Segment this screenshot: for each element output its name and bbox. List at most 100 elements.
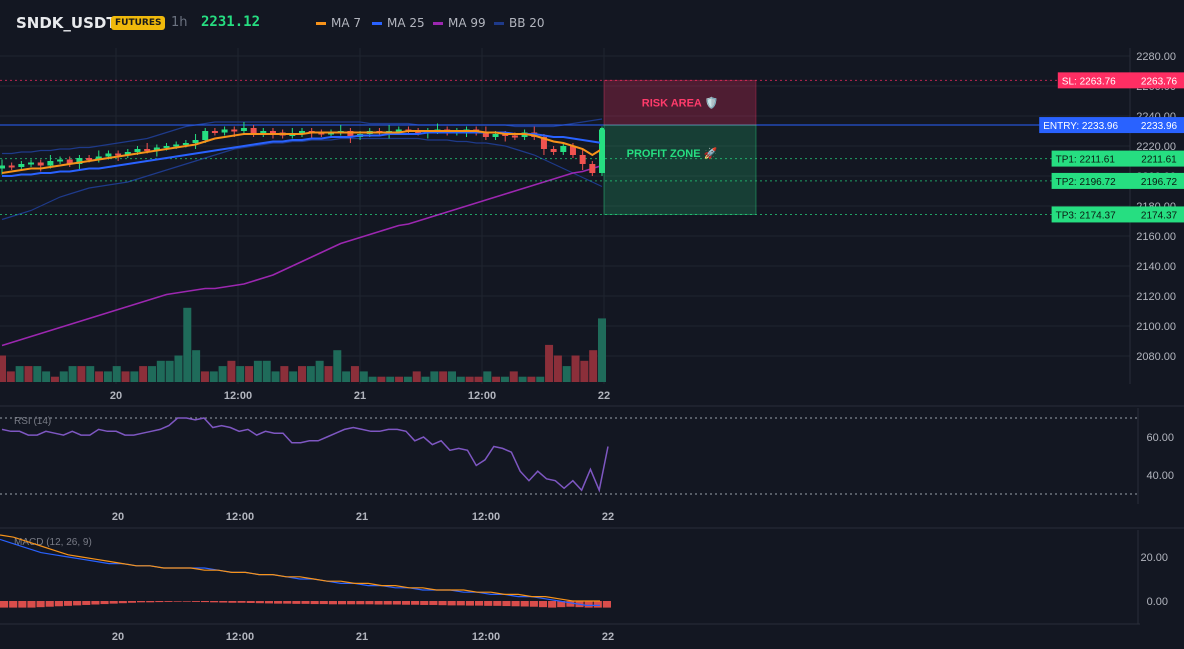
- volume-bar: [77, 366, 86, 382]
- trade-level-tag-text: TP3: 2174.37: [1056, 210, 1116, 221]
- macd-histogram-bar: [593, 601, 602, 608]
- macd-histogram-bar: [511, 601, 520, 607]
- volume-bar: [509, 371, 518, 382]
- volume-bar: [324, 366, 333, 382]
- volume-bar: [342, 371, 351, 382]
- volume-bar: [95, 371, 104, 382]
- legend-ma7-label: MA 7: [331, 16, 362, 30]
- volume-bar: [589, 350, 598, 382]
- macd-histogram-bar: [584, 601, 593, 608]
- volume-bar: [218, 366, 227, 382]
- macd-histogram-bar: [18, 601, 27, 608]
- rsi-time-axis-label: 12:00: [226, 511, 254, 523]
- legend-ma25-swatch: [372, 21, 382, 25]
- risk-zone-label: RISK AREA 🛡️: [642, 97, 718, 110]
- volume-bar: [50, 376, 59, 382]
- macd-histogram-bar: [200, 601, 210, 603]
- volume-bar: [6, 371, 15, 382]
- macd-histogram-bar: [155, 601, 164, 603]
- candle-body: [589, 164, 596, 173]
- candle-body: [28, 162, 35, 165]
- macd-histogram-bar: [392, 601, 401, 605]
- candle-body: [37, 162, 44, 166]
- legend-ma25-label: MA 25: [387, 16, 425, 30]
- macd-histogram-bar: [100, 601, 109, 605]
- symbol-title[interactable]: SNDK_USDT: [16, 14, 117, 32]
- macd-time-axis-label: 12:00: [472, 631, 500, 643]
- macd-histogram-bar: [109, 601, 118, 604]
- volume-bar: [403, 376, 412, 382]
- volume-bar: [527, 376, 536, 382]
- volume-bar: [465, 376, 474, 382]
- trade-level-axis-text: 2174.37: [1141, 210, 1178, 221]
- volume-bar: [536, 376, 545, 382]
- legend-bb20-label: BB 20: [509, 16, 545, 30]
- time-axis-label: 12:00: [468, 390, 496, 402]
- volume-bar: [236, 366, 245, 382]
- chart-header: SNDK_USDT FUTURES 1h 2231.12 MA 7 MA 25 …: [0, 0, 1184, 46]
- volume-bar: [350, 366, 359, 382]
- macd-histogram-bar: [264, 601, 274, 604]
- macd-histogram-bar: [82, 601, 91, 605]
- legend-bb20[interactable]: BB 20: [494, 16, 545, 30]
- volume-bar: [518, 376, 527, 382]
- macd-histogram-bar: [164, 601, 173, 602]
- trade-level-axis-text: 2263.76: [1141, 76, 1178, 87]
- macd-histogram-bar: [36, 601, 45, 608]
- volume-bar: [183, 307, 192, 382]
- volume-bar: [139, 366, 148, 382]
- candle-body: [105, 153, 112, 157]
- volume-bar: [439, 371, 448, 382]
- macd-histogram-bar: [292, 601, 301, 604]
- volume-bar: [492, 376, 501, 382]
- volume-bar: [377, 376, 386, 382]
- timeframe-label[interactable]: 1h: [171, 15, 188, 30]
- trade-level-axis-text: 2233.96: [1141, 121, 1178, 132]
- macd-histogram-bar: [319, 601, 328, 605]
- volume-bar: [359, 371, 368, 382]
- macd-histogram-bar: [420, 601, 429, 605]
- volume-bar: [192, 350, 201, 382]
- candle-body: [269, 131, 276, 133]
- candle-body: [18, 164, 25, 167]
- chart-background: [0, 0, 1184, 649]
- macd-histogram-bar: [118, 601, 127, 604]
- volume-bar: [130, 371, 139, 382]
- macd-histogram-bar: [538, 601, 548, 608]
- macd-histogram-bar: [401, 601, 411, 605]
- macd-histogram-bar: [45, 601, 54, 607]
- volume-bar: [15, 366, 24, 382]
- trading-chart[interactable]: 2280.002260.002240.002220.002200.002180.…: [0, 0, 1184, 649]
- volume-bar: [289, 371, 298, 382]
- candle-body: [511, 135, 518, 138]
- legend-ma99-label: MA 99: [448, 16, 486, 30]
- volume-bar: [68, 366, 77, 382]
- volume-bar: [121, 371, 130, 382]
- legend-ma7[interactable]: MA 7: [316, 16, 361, 30]
- volume-bar: [42, 371, 51, 382]
- candle-body: [47, 161, 54, 166]
- profit-zone: [603, 124, 757, 215]
- volume-bar: [395, 376, 404, 382]
- macd-histogram-bar: [484, 601, 493, 606]
- volume-bar: [306, 366, 315, 382]
- time-axis-label: 12:00: [224, 390, 252, 402]
- macd-histogram-bar: [182, 601, 191, 602]
- trade-level-tag-text: TP1: 2211.61: [1056, 155, 1116, 166]
- macd-histogram-bar: [210, 601, 219, 603]
- rsi-time-axis-label: 12:00: [472, 511, 500, 523]
- volume-bar: [571, 355, 580, 382]
- candle-body: [202, 131, 209, 140]
- macd-histogram-bar: [347, 601, 356, 605]
- macd-histogram-bar: [456, 601, 465, 606]
- macd-time-axis-label: 12:00: [226, 631, 254, 643]
- legend-ma25[interactable]: MA 25: [372, 16, 425, 30]
- macd-histogram-bar: [529, 601, 538, 607]
- rsi-tick-label: 60.00: [1146, 432, 1174, 444]
- macd-histogram-bar: [502, 601, 511, 607]
- volume-bar: [553, 355, 562, 382]
- macd-histogram-bar: [27, 601, 36, 608]
- legend-ma99[interactable]: MA 99: [433, 16, 486, 30]
- time-axis-label: 20: [110, 390, 122, 402]
- macd-histogram-bar: [146, 601, 155, 603]
